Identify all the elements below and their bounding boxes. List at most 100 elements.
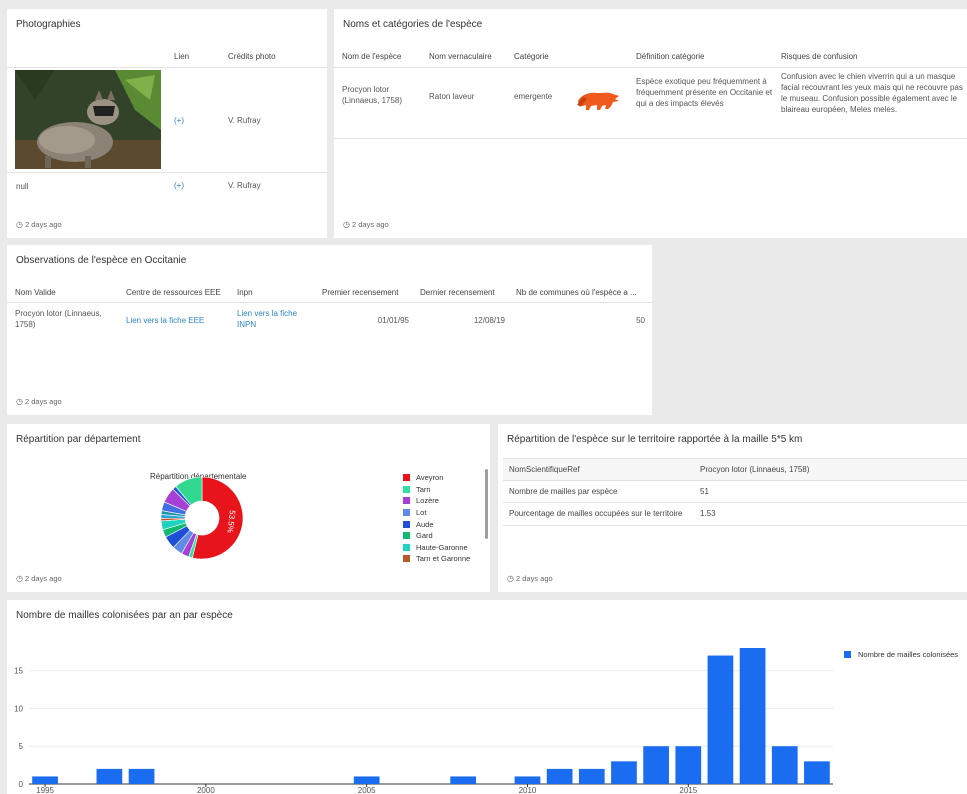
repartition-updated: ◷ 2 days ago (507, 574, 553, 583)
bar[interactable] (707, 655, 734, 784)
clock-icon: ◷ (16, 574, 23, 583)
repartition-key: Pourcentage de mailles occupées sur le t… (509, 509, 683, 518)
departement-card: Répartition par département Répartition … (7, 424, 490, 592)
bar[interactable] (450, 776, 477, 784)
legend-swatch (844, 651, 851, 658)
x-tick-label: 2005 (358, 786, 376, 794)
departement-updated: ◷ 2 days ago (16, 574, 62, 583)
names-card: Noms et catégories de l'espèce Nom de l'… (334, 9, 967, 238)
legend-item[interactable]: Tarn (403, 484, 470, 496)
photos-updated: ◷ 2 days ago (16, 220, 62, 229)
bar[interactable] (611, 761, 637, 784)
repartition-value: Procyon lotor (Linnaeus, 1758) (700, 465, 810, 474)
legend-item[interactable]: Haute-Garonne (403, 542, 470, 554)
y-tick-label: 5 (19, 742, 24, 751)
bar-chart: 0 5 10 15 1995 2000 2005 2010 2015 (14, 648, 833, 794)
photo-2-link[interactable]: (+) (174, 180, 184, 191)
legend-swatch (403, 532, 410, 540)
photos-card: Photographies Lien Crédits photo (+) V. … (7, 9, 327, 238)
bar[interactable] (353, 776, 380, 784)
names-row-nom: Procyon lotor (Linnaeus, 1758) (342, 85, 403, 105)
obs-row-premier: 01/01/95 (377, 316, 409, 325)
legend-swatch (403, 497, 410, 505)
legend-label: Lot (416, 508, 427, 518)
photos-header-credits: Crédits photo (228, 52, 276, 61)
obs-header-premier: Premier recensement (322, 288, 399, 297)
names-row-vernaculaire: Raton laveur (429, 92, 475, 101)
repartition-card: Répartition de l'espèce sur le territoir… (498, 424, 967, 592)
bar[interactable] (643, 746, 669, 784)
y-tick-label: 10 (14, 704, 23, 713)
bar[interactable] (32, 776, 58, 784)
legend-swatch (403, 555, 410, 563)
observations-card: Observations de l'espèce en Occitanie No… (7, 245, 652, 415)
repartition-key: NomScientifiqueRef (509, 465, 580, 474)
observations-title: Observations de l'espèce en Occitanie (16, 255, 187, 266)
legend-item[interactable]: Tarn et Garonne (403, 553, 470, 565)
y-tick-label: 15 (14, 667, 23, 676)
legend-label: Haute-Garonne (416, 542, 468, 552)
obs-header-communes: Nb de communes où l'espèce a ... (516, 288, 637, 297)
clock-icon: ◷ (507, 574, 514, 583)
names-header-vernaculaire: Nom vernaculaire (429, 52, 492, 61)
repartition-row: Pourcentage de mailles occupées sur le t… (503, 502, 967, 526)
legend-label: Gard (416, 531, 433, 541)
repartition-row: Nombre de mailles par espèce 51 (503, 480, 967, 503)
bar[interactable] (128, 768, 155, 784)
legend-label: Tarn et Garonne (416, 554, 471, 564)
legend-swatch (403, 520, 410, 528)
photos-title: Photographies (16, 19, 81, 30)
legend-item[interactable]: Lot (403, 507, 470, 519)
bar[interactable] (804, 761, 830, 784)
obs-row-communes: 50 (636, 316, 645, 325)
obs-row-dernier: 12/08/19 (473, 316, 505, 325)
obs-header-nom: Nom Valide (15, 288, 56, 297)
bar[interactable] (96, 768, 123, 784)
legend-swatch (403, 509, 410, 517)
clock-icon: ◷ (16, 220, 23, 229)
photo-1-link[interactable]: (+) (174, 115, 184, 126)
bar[interactable] (771, 746, 798, 784)
names-row-definition: Espèce exotique peu fréquemment à fréque… (636, 77, 773, 108)
bar-legend: Nombre de mailles colonisées (844, 650, 958, 659)
names-title: Noms et catégories de l'espèce (343, 19, 483, 30)
legend-scrollbar[interactable] (485, 469, 488, 539)
raccoon-photo[interactable] (15, 70, 161, 169)
bar[interactable] (675, 746, 702, 784)
legend-item[interactable]: Lozère (403, 495, 470, 507)
legend-label: Tarn (416, 484, 431, 494)
bar[interactable] (578, 768, 605, 784)
repartition-row: NomScientifiqueRef Procyon lotor (Linnae… (503, 458, 967, 481)
names-row-categorie: emergente (514, 92, 553, 101)
names-header-definition: Définition catégorie (636, 52, 705, 61)
bar[interactable] (546, 768, 573, 784)
x-tick-label: 2010 (519, 786, 537, 794)
legend-swatch (403, 474, 410, 482)
names-header-risques: Risques de confusion (781, 52, 858, 61)
obs-link-eee[interactable]: Lien vers la fiche EEE (126, 315, 204, 326)
photos-header-lien: Lien (174, 52, 190, 61)
clock-icon: ◷ (343, 220, 350, 229)
legend-swatch (403, 485, 410, 493)
y-tick-label: 0 (19, 780, 24, 789)
legend-label: Aveyron (416, 473, 444, 483)
mailles-card: Nombre de mailles colonisées par an par … (7, 600, 967, 794)
obs-link-inpn[interactable]: Lien vers la fiche INPN (237, 308, 307, 330)
legend-label: Lozère (416, 496, 439, 506)
photo-2-label: null (16, 182, 29, 191)
raccoon-icon (575, 87, 621, 118)
obs-row-nom: Procyon lotor (Linnaeus, 1758) (15, 309, 102, 329)
x-tick-label: 1995 (36, 786, 54, 794)
legend-item[interactable]: Aude (403, 518, 470, 530)
legend-item[interactable]: Gard (403, 530, 470, 542)
legend-item[interactable]: Aveyron (403, 472, 470, 484)
observations-updated: ◷ 2 days ago (16, 397, 62, 406)
bar[interactable] (514, 776, 541, 784)
legend-label: Aude (416, 519, 434, 529)
legend-swatch (403, 543, 410, 551)
pie-legend: Aveyron Tarn Lozère Lot Aude Gard Haute-Garonn… (403, 472, 470, 565)
photo-1-credit: V. Rufray (228, 116, 261, 125)
bar[interactable] (739, 648, 766, 784)
obs-header-centre: Centre de ressources EEE (126, 288, 221, 297)
obs-header-inpn: Inpn (237, 288, 253, 297)
